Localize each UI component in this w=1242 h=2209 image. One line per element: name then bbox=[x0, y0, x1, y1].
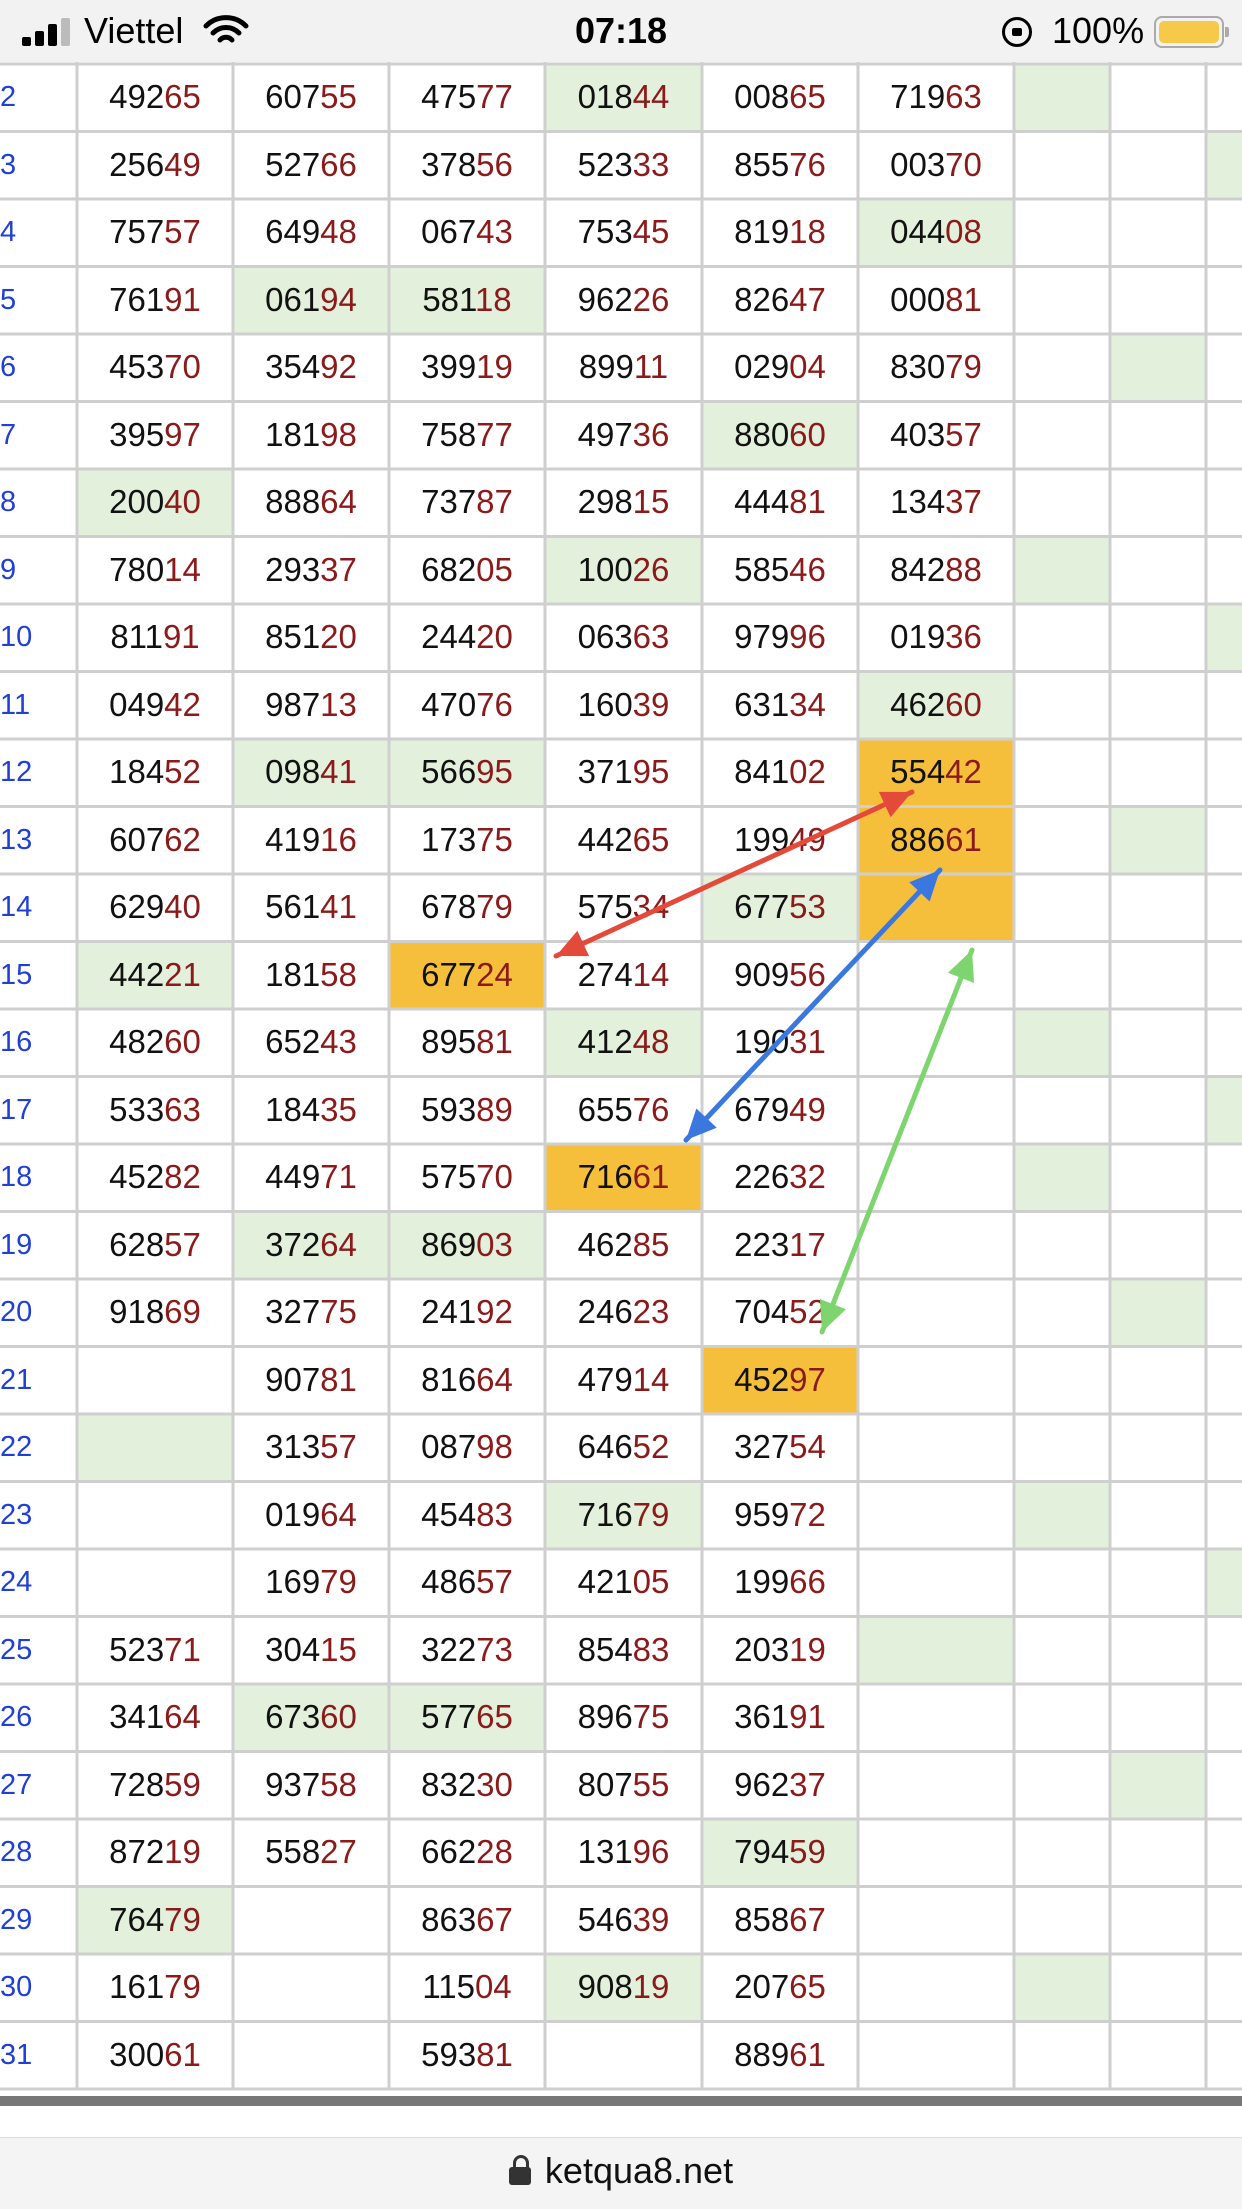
battery-icon bbox=[1154, 16, 1229, 48]
arrow-blue bbox=[683, 867, 943, 1143]
arrow-red bbox=[553, 789, 915, 959]
annotation-arrows bbox=[553, 789, 975, 1335]
lock-icon bbox=[508, 2155, 531, 2185]
rotation-lock-icon bbox=[1002, 17, 1032, 47]
status-bar: Viettel 07:18 100% bbox=[0, 0, 1242, 62]
address-bar[interactable]: ketqua8.net bbox=[0, 2137, 1242, 2209]
address-domain[interactable]: ketqua8.net bbox=[545, 2150, 733, 2191]
arrow-green bbox=[819, 947, 975, 1335]
results-table: 2 49265 60755 47577 01844 00865 71963 3 25649 527… bbox=[0, 62, 1242, 2098]
battery-percentage: 100% bbox=[1052, 10, 1145, 51]
page-end-divider bbox=[0, 2096, 1242, 2106]
